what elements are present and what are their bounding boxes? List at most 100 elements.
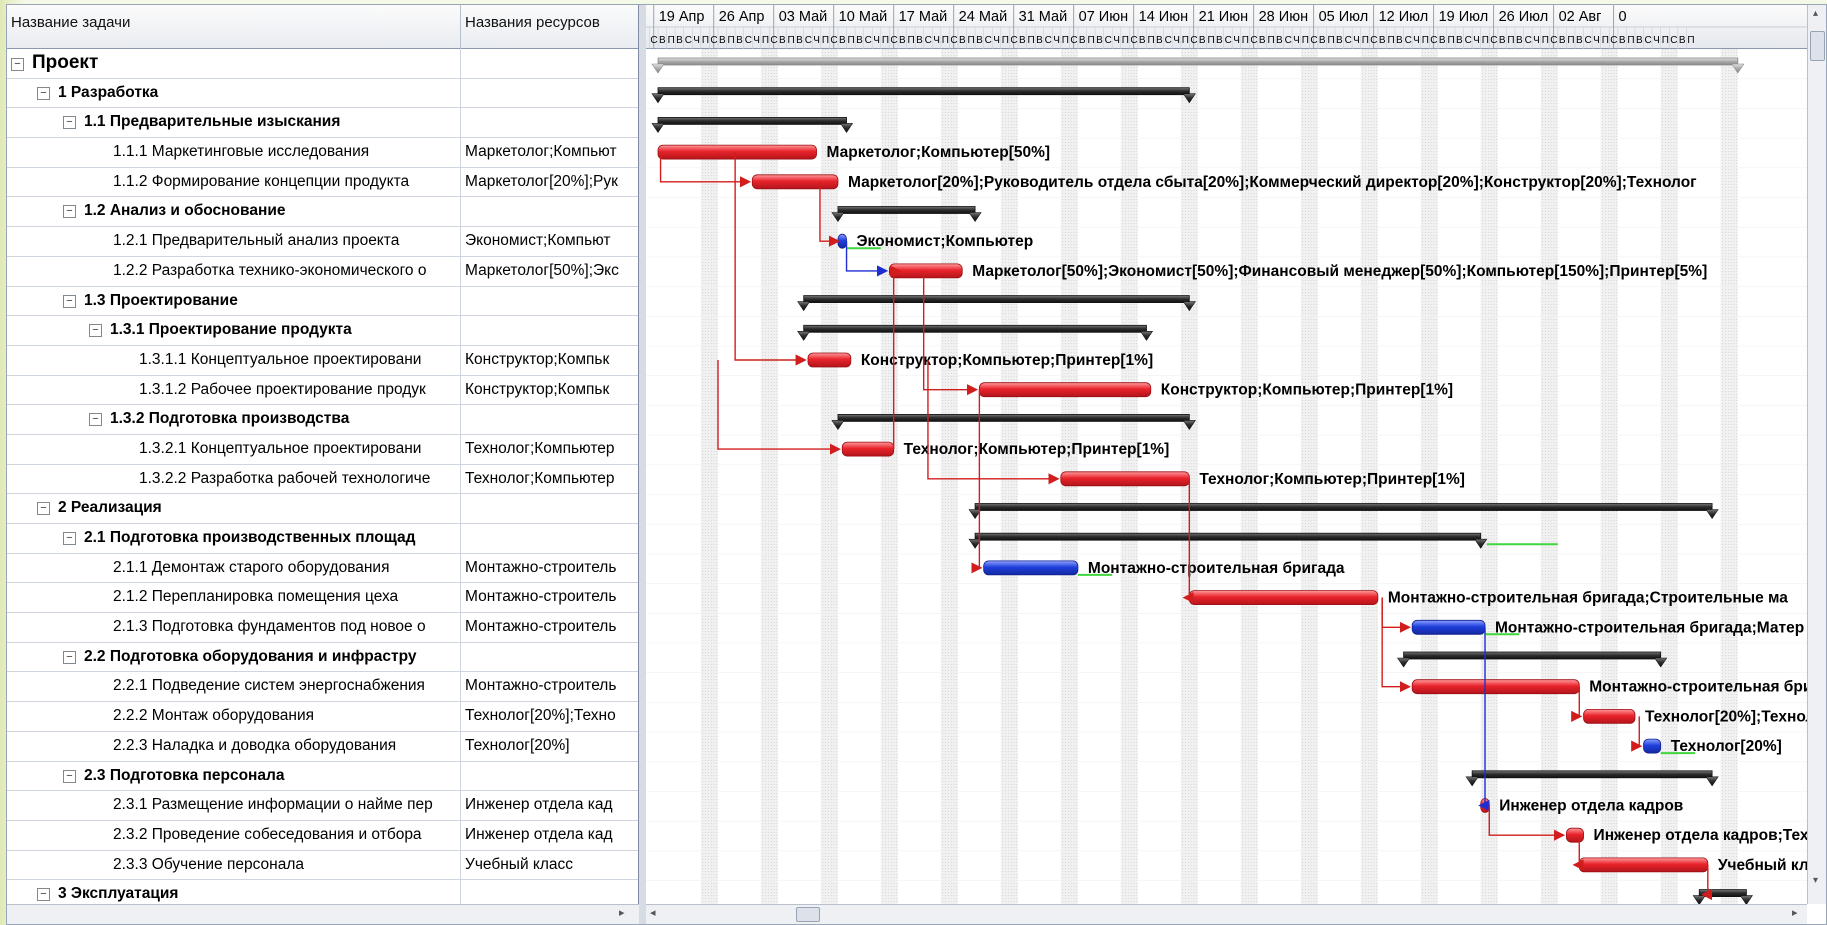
- resource-cell[interactable]: [461, 880, 638, 904]
- summary-bar[interactable]: [803, 324, 1147, 333]
- task-name-cell[interactable]: 1.3.1.1 Концептуальное проектировани: [7, 345, 461, 375]
- resource-cell[interactable]: [461, 316, 638, 345]
- summary-bar[interactable]: [837, 206, 976, 214]
- summary-bar[interactable]: [657, 117, 847, 125]
- collapse-icon[interactable]: −: [63, 650, 76, 664]
- resource-cell[interactable]: [461, 287, 638, 316]
- task-row[interactable]: − Проект: [7, 49, 638, 79]
- task-name-cell[interactable]: −1.3 Проектирование: [7, 286, 461, 316]
- task-name-cell[interactable]: − Проект: [7, 49, 461, 78]
- summary-bar[interactable]: [657, 87, 1190, 96]
- collapse-icon[interactable]: −: [37, 888, 50, 902]
- task-row[interactable]: −1 Разработка: [7, 78, 638, 109]
- collapse-icon[interactable]: −: [37, 86, 50, 100]
- task-name-cell[interactable]: −2.1 Подготовка производственных площад: [7, 524, 461, 553]
- task-bar[interactable]: [751, 174, 839, 190]
- resource-cell[interactable]: Монтажно-строитель: [461, 613, 638, 642]
- resource-cell[interactable]: Конструктор;Компьк: [461, 346, 638, 375]
- task-row[interactable]: 1.2.1 Предварительный анализ проекта Экон…: [7, 227, 638, 257]
- grid-horizontal-scrollbar[interactable]: ▸: [7, 904, 639, 924]
- scroll-left-icon[interactable]: ◂: [650, 906, 656, 919]
- task-row[interactable]: 2.2.1 Подведение систем энергоснабжения М…: [7, 672, 638, 703]
- collapse-icon[interactable]: −: [11, 58, 24, 71]
- resource-cell[interactable]: Монтажно-строитель: [461, 672, 638, 701]
- resource-cell[interactable]: Инженер отдела кад: [461, 791, 638, 820]
- task-bar[interactable]: [1578, 857, 1709, 873]
- resource-cell[interactable]: Технолог[20%]: [461, 732, 638, 761]
- task-row[interactable]: −1.3.1 Проектирование продукта: [7, 316, 638, 346]
- resource-cell[interactable]: Учебный класс: [461, 851, 638, 880]
- summary-bar[interactable]: [1471, 770, 1713, 779]
- task-bar[interactable]: [1411, 619, 1486, 635]
- chart-horizontal-scrollbar[interactable]: ◂ ▸: [646, 904, 1807, 924]
- task-name-cell[interactable]: −2 Реализация: [7, 494, 461, 523]
- task-row[interactable]: −1.3.2 Подготовка производства: [7, 405, 638, 435]
- task-name-cell[interactable]: 2.2.2 Монтаж оборудования: [7, 702, 461, 731]
- task-name-cell[interactable]: −1.2 Анализ и обоснование: [7, 197, 461, 227]
- task-name-cell[interactable]: 2.1.3 Подготовка фундаментов под новое о: [7, 613, 461, 642]
- summary-bar[interactable]: [837, 413, 1190, 422]
- task-bar[interactable]: [837, 233, 847, 249]
- task-bar[interactable]: [1643, 738, 1662, 754]
- scroll-right-icon[interactable]: ▸: [619, 906, 625, 919]
- summary-bar[interactable]: [1698, 889, 1747, 897]
- scroll-up-icon[interactable]: ▴: [1813, 8, 1818, 19]
- resource-cell[interactable]: [461, 643, 638, 672]
- task-row[interactable]: 2.1.3 Подготовка фундаментов под новое о…: [7, 613, 638, 643]
- resource-cell[interactable]: [461, 108, 638, 137]
- task-name-cell[interactable]: 2.2.1 Подведение систем энергоснабжения: [7, 672, 461, 702]
- task-row[interactable]: 1.1.2 Формирование концепции продукта Мар…: [7, 167, 638, 198]
- task-bar[interactable]: [1583, 709, 1636, 724]
- task-name-cell[interactable]: 1.3.2.1 Концептуальное проектировани: [7, 434, 461, 464]
- resource-cell[interactable]: Технолог;Компьютер: [461, 435, 638, 464]
- task-row[interactable]: −2 Реализация: [7, 494, 638, 524]
- task-bar[interactable]: [841, 441, 895, 457]
- task-bar[interactable]: [888, 263, 963, 279]
- collapse-icon[interactable]: −: [63, 205, 76, 219]
- resource-cell[interactable]: Технолог[20%];Техно: [461, 702, 638, 731]
- task-bar[interactable]: [978, 382, 1152, 398]
- task-row[interactable]: 1.3.2.1 Концептуальное проектировани Техн…: [7, 434, 638, 465]
- collapse-icon[interactable]: −: [89, 413, 102, 427]
- column-header-task-name[interactable]: Название задачи: [7, 5, 461, 49]
- task-bar[interactable]: [807, 352, 852, 368]
- task-name-cell[interactable]: 1.3.2.2 Разработка рабочей технологиче: [7, 464, 461, 494]
- task-name-cell[interactable]: 1.1.1 Маркетинговые исследования: [7, 138, 461, 167]
- column-header-resources[interactable]: Названия ресурсов: [461, 5, 638, 49]
- chart-scroll-thumb[interactable]: [796, 907, 820, 922]
- resource-cell[interactable]: Экономист;Компьют: [461, 227, 638, 256]
- task-name-cell[interactable]: −3 Эксплуатация: [7, 880, 461, 904]
- task-name-cell[interactable]: 1.1.2 Формирование концепции продукта: [7, 167, 461, 197]
- resource-cell[interactable]: [461, 49, 638, 78]
- task-name-cell[interactable]: 2.3.2 Проведение собеседования и отбора: [7, 820, 461, 850]
- resource-cell[interactable]: [461, 494, 638, 523]
- resource-cell[interactable]: Маркетолог[20%];Рук: [461, 168, 638, 197]
- task-row[interactable]: −2.1 Подготовка производственных площад: [7, 524, 638, 554]
- summary-bar[interactable]: [974, 503, 1713, 511]
- task-row[interactable]: 2.2.2 Монтаж оборудования Технолог[20%];Т…: [7, 702, 638, 732]
- task-bar[interactable]: [1060, 471, 1190, 487]
- task-row[interactable]: 1.1.1 Маркетинговые исследования Маркетол…: [7, 138, 638, 168]
- collapse-icon[interactable]: −: [89, 324, 102, 338]
- project-bar[interactable]: [657, 57, 1739, 66]
- task-row[interactable]: 2.3.2 Проведение собеседования и отбора И…: [7, 820, 638, 851]
- scroll-right-icon[interactable]: ▸: [1792, 906, 1798, 919]
- resource-cell[interactable]: Монтажно-строитель: [461, 583, 638, 612]
- task-name-cell[interactable]: −1 Разработка: [7, 78, 461, 108]
- task-bar[interactable]: [1566, 827, 1584, 843]
- task-row[interactable]: 2.1.1 Демонтаж старого оборудования Монта…: [7, 553, 638, 584]
- resource-cell[interactable]: [461, 762, 638, 791]
- resource-cell[interactable]: [461, 405, 638, 434]
- task-name-cell[interactable]: −1.3.2 Подготовка производства: [7, 405, 461, 434]
- task-name-cell[interactable]: −2.2 Подготовка оборудования и инфрастру: [7, 642, 461, 672]
- vertical-scrollbar[interactable]: ▴ ▾: [1807, 5, 1826, 904]
- task-name-cell[interactable]: −1.1 Предварительные изыскания: [7, 108, 461, 138]
- summary-bar[interactable]: [803, 295, 1190, 304]
- resource-cell[interactable]: Инженер отдела кад: [461, 821, 638, 850]
- resource-cell[interactable]: Маркетолог[50%];Экс: [461, 257, 638, 286]
- collapse-icon[interactable]: −: [63, 294, 76, 308]
- resource-cell[interactable]: Технолог;Компьютер: [461, 465, 638, 494]
- task-row[interactable]: 2.3.1 Размещение информации о найме пер И…: [7, 791, 638, 821]
- task-row[interactable]: −2.3 Подготовка персонала: [7, 761, 638, 792]
- task-name-cell[interactable]: 2.3.1 Размещение информации о найме пер: [7, 791, 461, 820]
